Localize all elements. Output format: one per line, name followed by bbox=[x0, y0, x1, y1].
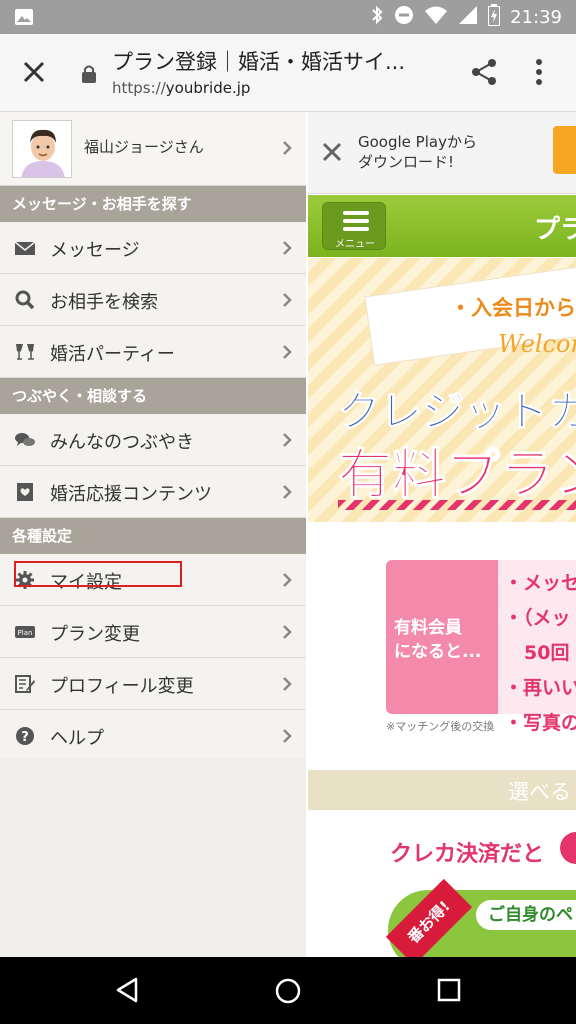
drawer-item-plan-change[interactable]: Plan プラン変更 bbox=[0, 606, 306, 658]
back-icon[interactable] bbox=[112, 975, 142, 1009]
drawer-item-message[interactable]: メッセージ bbox=[0, 222, 306, 274]
hamburger-icon bbox=[343, 211, 369, 235]
download-button[interactable] bbox=[553, 126, 576, 174]
browser-toolbar: プラン登録｜婚活・婚活サイ... https://youbride.jp bbox=[0, 34, 576, 112]
envelope-icon bbox=[14, 241, 36, 255]
paid-plan-text: 有料プラン bbox=[338, 443, 576, 507]
do-not-disturb-icon bbox=[394, 5, 414, 29]
profile-row[interactable]: 福山ジョージさん bbox=[0, 112, 306, 186]
chevron-right-icon bbox=[283, 729, 292, 743]
lock-icon bbox=[80, 64, 98, 88]
recent-apps-icon[interactable] bbox=[436, 977, 462, 1007]
chevron-right-icon bbox=[283, 625, 292, 639]
benefit-box: 有料会員 になると... ・メッセ ・（メッ 50回 ・再いい ・写真の bbox=[386, 560, 576, 734]
banner-text: ・入会日から bbox=[450, 296, 576, 320]
edit-document-icon bbox=[15, 675, 35, 693]
section-header-tsubuyaki: つぶやく・相談する bbox=[0, 378, 306, 414]
home-icon[interactable] bbox=[272, 975, 304, 1011]
site-header-title: プラ bbox=[534, 215, 576, 245]
plan-icon: Plan bbox=[15, 626, 35, 638]
clock: 21:39 bbox=[510, 6, 562, 28]
drawer-item-label: 婚活パーティー bbox=[50, 344, 175, 365]
section-header-message-search: メッセージ・お相手を探す bbox=[0, 186, 306, 222]
share-icon[interactable] bbox=[468, 56, 500, 92]
heart-book-icon bbox=[17, 483, 33, 501]
drawer-item-label: 婚活応援コンテンツ bbox=[50, 484, 212, 505]
drawer-item-label: みんなのつぶやき bbox=[50, 432, 194, 453]
navigation-bar bbox=[0, 957, 576, 1024]
drawer-item-label: プロフィール変更 bbox=[50, 676, 194, 697]
section-header-settings: 各種設定 bbox=[0, 518, 306, 554]
plus-circle-icon bbox=[560, 832, 576, 864]
web-content: Google Playから ダウンロード! メニュー プラ ・入会日から Wel… bbox=[308, 112, 576, 957]
drawer-item-label: ヘルプ bbox=[50, 728, 104, 749]
page-title: プラン登録｜婚活・婚活サイ... bbox=[112, 50, 406, 74]
drawer-item-tsubuyaki[interactable]: みんなのつぶやき bbox=[0, 414, 306, 466]
chevron-right-icon bbox=[283, 293, 292, 307]
benefits-list: ・メッセ ・（メッ 50回 ・再いい ・写真の bbox=[504, 572, 576, 734]
google-play-text: Google Playから ダウンロード! bbox=[358, 133, 477, 171]
drawer-empty-area bbox=[0, 758, 306, 957]
drawer-item-label: メッセージ bbox=[50, 240, 140, 261]
signal-icon bbox=[458, 5, 478, 29]
profile-name: 福山ジョージさん bbox=[84, 138, 204, 156]
bluetooth-icon bbox=[370, 5, 384, 29]
choose-section-header: 選べる bbox=[308, 770, 576, 810]
chevron-right-icon bbox=[283, 573, 292, 587]
chat-bubbles-icon bbox=[15, 433, 35, 446]
url-domain: youbride.jp bbox=[165, 79, 251, 97]
chevron-right-icon bbox=[283, 485, 292, 499]
drawer-item-profile-change[interactable]: プロフィール変更 bbox=[0, 658, 306, 710]
drawer-item-label: プラン変更 bbox=[50, 624, 140, 645]
chevron-right-icon bbox=[283, 241, 292, 255]
chevron-right-icon bbox=[283, 345, 292, 359]
svg-text:?: ? bbox=[21, 730, 29, 745]
highlight-box bbox=[14, 561, 182, 587]
close-icon[interactable] bbox=[320, 140, 344, 168]
paid-member-label-box: 有料会員 になると... bbox=[386, 560, 498, 714]
drawer-item-label: お相手を検索 bbox=[50, 292, 158, 313]
site-header: メニュー プラ bbox=[308, 195, 576, 257]
credit-card-payment-text: クレカ決済だと bbox=[390, 842, 545, 867]
help-icon: ? bbox=[16, 727, 34, 745]
plan-option-pill: ご自身のペ bbox=[476, 900, 576, 930]
wifi-icon bbox=[424, 5, 448, 29]
menu-button[interactable]: メニュー bbox=[322, 202, 386, 250]
wine-glasses-icon bbox=[16, 344, 34, 360]
matching-note: ※マッチング後の交換 bbox=[386, 720, 495, 733]
drawer-item-party[interactable]: 婚活パーティー bbox=[0, 326, 306, 378]
drawer-item-help[interactable]: ? ヘルプ bbox=[0, 710, 306, 762]
chevron-right-icon bbox=[283, 677, 292, 691]
drawer-item-search[interactable]: お相手を検索 bbox=[0, 274, 306, 326]
svg-text:Plan: Plan bbox=[18, 629, 33, 637]
battery-charging-icon bbox=[488, 4, 501, 30]
welcome-text: Welcom bbox=[498, 330, 576, 358]
side-drawer: 福山ジョージさん メッセージ・お相手を探す メッセージ お相手を検索 婚活パーテ… bbox=[0, 112, 306, 957]
avatar bbox=[12, 120, 72, 178]
chevron-right-icon bbox=[283, 141, 292, 155]
search-icon bbox=[15, 290, 35, 310]
google-play-banner[interactable]: Google Playから ダウンロード! bbox=[308, 112, 576, 194]
url-display[interactable]: https://youbride.jp bbox=[112, 79, 250, 97]
more-options-icon[interactable] bbox=[534, 58, 544, 90]
url-scheme: https:// bbox=[112, 79, 166, 97]
drawer-item-support-content[interactable]: 婚活応援コンテンツ bbox=[0, 466, 306, 518]
chevron-right-icon bbox=[283, 433, 292, 447]
status-bar: 21:39 bbox=[0, 0, 576, 34]
close-icon[interactable] bbox=[18, 56, 50, 88]
gallery-icon bbox=[14, 8, 34, 30]
promo-banner[interactable]: ・入会日から Welcom クレジットカー 有料プラン bbox=[308, 258, 576, 522]
zigzag-decoration bbox=[338, 500, 576, 510]
